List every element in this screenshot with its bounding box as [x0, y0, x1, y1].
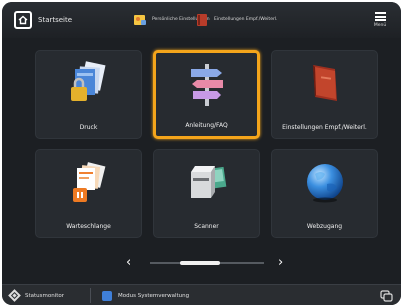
menu-label: Menü [373, 23, 387, 28]
next-page-chevron-icon[interactable]: › [278, 256, 283, 269]
menu-button[interactable]: Menü [365, 6, 395, 34]
print-icon [70, 61, 105, 101]
scanner-icon [190, 166, 226, 198]
status-monitor-icon [8, 289, 21, 302]
tile-print[interactable]: Druck [35, 50, 142, 139]
system-management-label: Modus Systemverwaltung [118, 292, 190, 299]
tile-receive-forward-settings[interactable]: Einstellungen Empf./Weiterl. [271, 50, 378, 139]
book-icon [312, 65, 337, 101]
page-indicator-thumb [180, 261, 220, 265]
system-management-mode-button[interactable]: Modus Systemverwaltung [102, 289, 189, 302]
globe-icon [306, 164, 343, 203]
tile-label: Warteschlange [66, 223, 111, 230]
status-monitor-button[interactable]: Statusmonitor [8, 289, 65, 302]
tile-label: Anleitung/FAQ [185, 122, 228, 129]
home-button[interactable]: Startseite [8, 8, 86, 32]
system-management-icon [102, 290, 112, 301]
previous-page-chevron-icon[interactable]: ‹ [126, 256, 131, 269]
home-icon [14, 11, 32, 29]
tile-help-faq[interactable]: Anleitung/FAQ [153, 50, 260, 139]
help-icon[interactable] [380, 289, 393, 302]
tile-web-access[interactable]: Webzugang [271, 149, 378, 238]
bottom-bar: Statusmonitor Modus Systemverwaltung [2, 284, 401, 305]
receive-forward-settings-shortcut[interactable]: Einstellungen Empf./Weiterl. [194, 9, 278, 31]
receive-forward-settings-label: Einstellungen Empf./Weiterl. [214, 17, 278, 23]
hamburger-icon [374, 12, 386, 21]
tile-label: Scanner [194, 223, 219, 230]
book-icon [197, 14, 207, 26]
tile-scanner[interactable]: Scanner [153, 149, 260, 238]
print-queue-icon [72, 162, 105, 202]
home-screen: Startseite Persönliche Einstellungen Ein… [2, 2, 401, 305]
signpost-icon [190, 64, 223, 106]
status-monitor-label: Statusmonitor [25, 292, 65, 299]
tile-label: Webzugang [306, 223, 343, 230]
divider [90, 288, 91, 303]
top-bar: Startseite Persönliche Einstellungen Ein… [2, 2, 401, 38]
tile-label: Einstellungen Empf./Weiterl. [282, 124, 367, 131]
personal-settings-icon [134, 15, 146, 25]
tile-label: Druck [79, 124, 98, 131]
tile-print-queue[interactable]: Warteschlange [35, 149, 142, 238]
home-label: Startseite [38, 16, 73, 24]
